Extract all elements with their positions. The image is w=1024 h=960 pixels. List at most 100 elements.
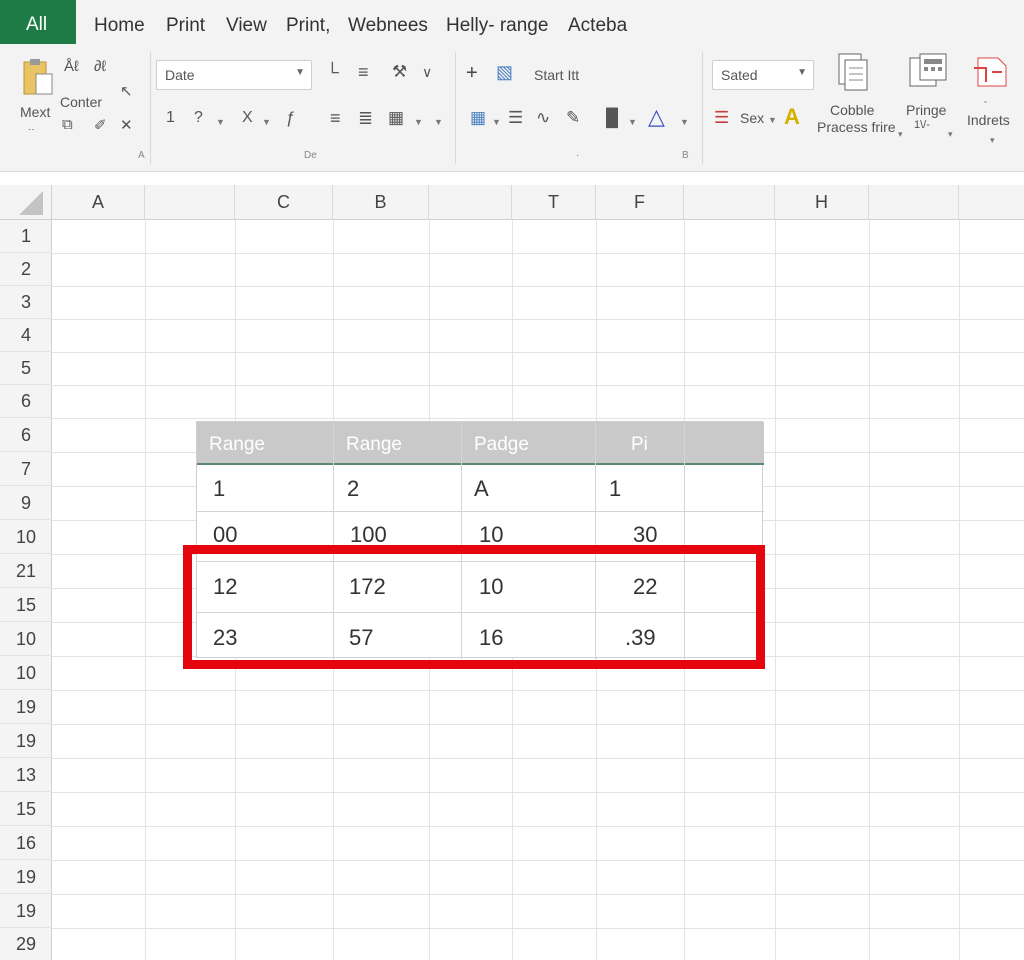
column-header-t[interactable]: T (512, 185, 596, 220)
row-header[interactable]: 6 (0, 385, 52, 418)
triangle-icon[interactable]: △ (648, 104, 665, 130)
align-justify-icon[interactable]: ≣ (358, 108, 373, 129)
conditional-format-icon[interactable]: ☰ (714, 108, 729, 128)
row-header[interactable]: 15 (0, 792, 52, 826)
column-header-a[interactable]: A (52, 185, 145, 220)
table-header-cell[interactable]: Range (197, 422, 265, 465)
column-header-f[interactable]: F (596, 185, 684, 220)
format-painter-icon[interactable]: Åℓ (64, 58, 79, 75)
pen-icon[interactable]: ✎ (566, 108, 580, 128)
function-icon[interactable]: ƒ (286, 108, 295, 128)
image-icon[interactable]: ▧ (496, 62, 513, 83)
plus-icon[interactable]: + (466, 62, 478, 85)
column-header-blank-1[interactable] (145, 185, 235, 220)
paste-icon[interactable] (22, 58, 54, 98)
tab-print[interactable]: Print (166, 15, 205, 37)
table-format-icon[interactable]: ▦ (388, 108, 404, 128)
chevron-down-icon[interactable]: ▼ (414, 112, 423, 128)
row-header[interactable]: 15 (0, 588, 52, 622)
row-header[interactable]: 19 (0, 724, 52, 758)
mext-label[interactable]: Mext (20, 104, 50, 120)
bar-chart-icon[interactable]: ▐▌ (600, 108, 624, 128)
row-header[interactable]: 3 (0, 286, 52, 319)
column-header-blank-5[interactable] (959, 185, 1024, 220)
tab-webnees[interactable]: Webnees (348, 15, 428, 37)
tab-helly-range[interactable]: Helly- range (446, 15, 548, 37)
font-color-icon[interactable]: A (784, 104, 800, 130)
column-header-h[interactable]: H (775, 185, 869, 220)
style-dropdown[interactable]: Sated ▼ (712, 60, 814, 90)
tools-icon[interactable]: ⚒ (392, 62, 407, 82)
share-doc-icon[interactable] (972, 52, 1010, 92)
row-header[interactable]: 6 (0, 418, 52, 452)
group-label-dot: · (576, 150, 580, 161)
clipboard-doc-icon[interactable] (836, 52, 870, 92)
link-icon[interactable]: ∂ℓ (94, 58, 106, 75)
copy-icon[interactable]: ⧉ (62, 116, 73, 133)
indrets-label[interactable]: Indrets (967, 112, 1010, 128)
wave-icon[interactable]: ∿ (536, 108, 550, 128)
row-header[interactable]: 2 (0, 253, 52, 286)
row-header[interactable]: 5 (0, 352, 52, 385)
column-header-blank-4[interactable] (869, 185, 959, 220)
row-header[interactable]: 21 (0, 554, 52, 588)
row-header[interactable]: 7 (0, 452, 52, 486)
start-label[interactable]: Start Itt (534, 67, 579, 83)
row-header[interactable]: 10 (0, 622, 52, 656)
chevron-down-icon[interactable]: ▼ (262, 112, 271, 128)
chevron-down-icon[interactable]: ▼ (628, 112, 637, 128)
tab-all[interactable]: All (0, 0, 76, 44)
select-all-button[interactable] (0, 185, 52, 220)
table-cell[interactable]: 1 (213, 464, 225, 514)
table-header-cell[interactable]: Range (334, 422, 402, 465)
tab-acteba[interactable]: Acteba (568, 15, 627, 37)
brush-icon[interactable]: ✐ (94, 116, 107, 134)
row-header[interactable]: 4 (0, 319, 52, 352)
table-cell[interactable]: A (474, 464, 489, 514)
row-header[interactable]: 19 (0, 690, 52, 724)
chevron-down-icon[interactable]: ▼ (434, 112, 443, 128)
clear-icon[interactable]: ✕ (120, 116, 133, 134)
table-cell[interactable]: 2 (347, 464, 359, 514)
pringe-sublabel[interactable]: 1\/- (914, 119, 930, 131)
tab-home[interactable]: Home (94, 15, 145, 37)
chevron-down-icon[interactable]: ▼ (216, 112, 225, 128)
row-header[interactable]: 13 (0, 758, 52, 792)
column-header-c[interactable]: C (235, 185, 333, 220)
column-header-blank-3[interactable] (684, 185, 775, 220)
pringe-label[interactable]: Pringe (906, 102, 946, 118)
chevron-down-icon[interactable]: ▼ (680, 112, 689, 128)
row-header[interactable]: 9 (0, 486, 52, 520)
row-header[interactable]: 16 (0, 826, 52, 860)
align-center-icon[interactable]: ≡ (330, 108, 341, 129)
tab-view[interactable]: View (226, 15, 267, 37)
list-icon[interactable]: ≡ (358, 62, 369, 83)
cobble-label[interactable]: Cobble (830, 102, 874, 118)
font-dropdown[interactable]: Date ▼ (156, 60, 312, 90)
sex-dropdown[interactable]: Sex ▼ (740, 110, 777, 126)
table-cell[interactable]: 1 (609, 464, 621, 514)
row-header[interactable]: 1 (0, 220, 52, 253)
row2-number-1[interactable]: 1 (166, 109, 175, 127)
tab-print-2[interactable]: Print, (286, 15, 330, 37)
calculator-icon[interactable] (908, 52, 948, 92)
row-header[interactable]: 29 (0, 928, 52, 960)
align-left-icon[interactable]: └ (326, 62, 339, 83)
column-header-b[interactable]: B (333, 185, 429, 220)
cursor-icon[interactable]: ↖ (120, 82, 133, 100)
conter-label[interactable]: Conter (60, 94, 102, 110)
row-header[interactable]: 19 (0, 894, 52, 928)
row-header[interactable]: 10 (0, 520, 52, 554)
row2-x[interactable]: X (242, 109, 253, 127)
chevron-down-icon[interactable]: ∨ (422, 64, 432, 81)
row2-number-2[interactable]: ? (194, 109, 203, 127)
chevron-down-icon[interactable]: ▼ (492, 112, 501, 128)
row-header[interactable]: 19 (0, 860, 52, 894)
cobble-sublabel[interactable]: Pracess frire (817, 119, 896, 135)
table-header-cell[interactable]: Padge (462, 422, 529, 465)
column-header-blank-2[interactable] (429, 185, 512, 220)
lines-icon[interactable]: ☰ (508, 108, 523, 128)
row-header[interactable]: 10 (0, 656, 52, 690)
table-header-cell[interactable]: Pi (619, 422, 648, 465)
grid-icon[interactable]: ▦ (470, 108, 486, 128)
